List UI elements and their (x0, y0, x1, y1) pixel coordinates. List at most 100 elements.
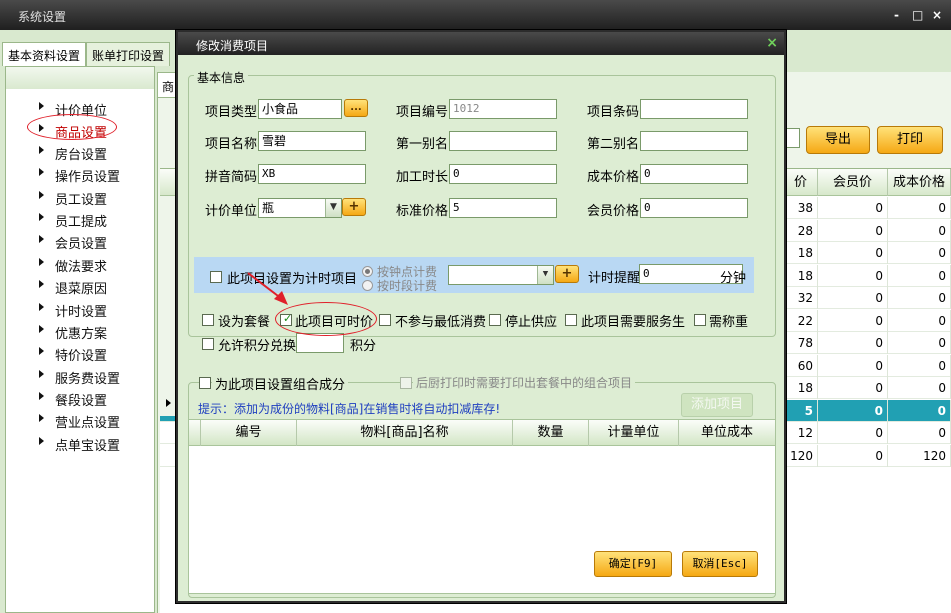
sidebar-item-label: 计时设置 (55, 305, 108, 320)
label-std-price: 标准价格 (396, 204, 449, 219)
unit-select[interactable]: 瓶 ▼ (258, 198, 342, 218)
sidebar-item-order-assistant[interactable]: 点单宝设置 (6, 432, 154, 454)
add-item-button[interactable]: 添加项目 (681, 393, 753, 417)
pinyin-field[interactable]: XB (258, 164, 366, 184)
sidebar-item-commission[interactable]: 员工提成 (6, 208, 154, 230)
col-cost-price[interactable]: 成本价格 (888, 169, 951, 196)
points-checkbox[interactable] (202, 338, 214, 350)
ok-button[interactable]: 确定[F9] (594, 551, 672, 577)
table-cell: 0 (888, 287, 951, 309)
col-quantity[interactable]: 数量 (513, 420, 589, 446)
combo-checkbox[interactable] (199, 377, 211, 389)
col-unit-cost[interactable]: 单位成本 (679, 420, 775, 446)
table-cell: 0 (818, 309, 888, 332)
sidebar-item-special-price[interactable]: 特价设置 (6, 342, 154, 364)
code-field[interactable]: 1012 (449, 99, 557, 119)
remind-label: 计时提醒 (588, 271, 641, 286)
weigh-checkbox[interactable] (694, 314, 706, 326)
col-member-price[interactable]: 会员价 (818, 169, 888, 196)
triangle-icon (39, 213, 44, 221)
sidebar-item-service-fee[interactable]: 服务费设置 (6, 365, 154, 387)
std-price-field[interactable]: 5 (449, 198, 557, 218)
triangle-icon (39, 370, 44, 378)
table-cell: 12 (784, 422, 818, 444)
set-meal-checkbox[interactable] (202, 314, 214, 326)
sidebar-item-label: 员工提成 (55, 215, 108, 230)
label-cost: 成本价格 (587, 170, 640, 185)
col-code[interactable]: 编号 (201, 420, 297, 446)
timed-item-checkbox[interactable] (210, 271, 222, 283)
radio-by-hour[interactable] (362, 266, 373, 277)
maximize-icon[interactable]: □ (912, 8, 923, 22)
annotation-arrow-icon (247, 272, 288, 305)
type-field[interactable]: 小食品 (258, 99, 342, 119)
close-icon[interactable]: × (766, 35, 778, 51)
need-waiter-checkbox[interactable] (565, 314, 577, 326)
proc-time-field[interactable]: 0 (449, 164, 557, 184)
col-price[interactable]: 价 (784, 169, 818, 196)
triangle-icon (39, 325, 44, 333)
current-row-icon (166, 399, 171, 407)
sidebar-item-label: 餐段设置 (55, 394, 108, 409)
chevron-down-icon[interactable]: ▼ (537, 266, 553, 284)
label-alias2: 第二别名 (587, 137, 640, 152)
triangle-icon (39, 168, 44, 176)
sidebar-item-operator[interactable]: 操作员设置 (6, 163, 154, 185)
add-timer-button[interactable]: + (555, 265, 579, 283)
sidebar-item-member[interactable]: 会员设置 (6, 230, 154, 252)
annotation-circle (27, 114, 117, 140)
sidebar-item-return-reason[interactable]: 退菜原因 (6, 275, 154, 297)
sidebar-item-label: 特价设置 (55, 349, 108, 364)
combo-table-header: 编号 物料[商品]名称 数量 计量单位 单位成本 (189, 420, 775, 446)
member-price-field[interactable]: 0 (640, 198, 748, 218)
dialog-title-bar: 修改消费项目 × (178, 32, 784, 55)
table-cell: 78 (784, 332, 818, 354)
table-cell: 0 (818, 332, 888, 354)
close-icon[interactable]: × (932, 8, 942, 22)
label-name: 项目名称 (205, 137, 258, 152)
sidebar-item-label: 服务费设置 (55, 372, 121, 387)
triangle-icon (39, 235, 44, 243)
no-min-spend-checkbox[interactable] (379, 314, 391, 326)
no-min-spend-label: 不参与最低消费 (395, 315, 487, 330)
points-field[interactable] (296, 333, 344, 353)
sidebar-item-method[interactable]: 做法要求 (6, 253, 154, 275)
name-field[interactable]: 雪碧 (258, 131, 366, 151)
export-button[interactable]: 导出 (806, 126, 870, 154)
label-pinyin: 拼音简码 (205, 170, 258, 185)
alias1-field[interactable] (449, 131, 557, 151)
kitchen-print-checkbox[interactable] (400, 377, 412, 389)
barcode-field[interactable] (640, 99, 748, 119)
table-cell: 38 (784, 197, 818, 219)
cancel-button[interactable]: 取消[Esc] (682, 551, 758, 577)
label-alias1: 第一别名 (396, 137, 449, 152)
sidebar-item-discount[interactable]: 优惠方案 (6, 320, 154, 342)
col-material-name[interactable]: 物料[商品]名称 (297, 420, 513, 446)
timer-select[interactable]: ▼ (448, 265, 554, 285)
tab-basic-settings[interactable]: 基本资料设置 (2, 42, 87, 66)
sidebar-item-label: 优惠方案 (55, 327, 108, 342)
cost-field[interactable]: 0 (640, 164, 748, 184)
table-cell: 0 (888, 264, 951, 287)
alias2-field[interactable] (640, 131, 748, 151)
radio-by-period[interactable] (362, 280, 373, 291)
tab-bill-print-settings[interactable]: 账单打印设置 (86, 42, 171, 66)
add-unit-button[interactable]: + (342, 198, 366, 216)
table-cell: 0 (818, 444, 888, 467)
browse-button[interactable]: ... (344, 99, 368, 117)
sidebar-item-room[interactable]: 房台设置 (6, 141, 154, 163)
stop-supply-checkbox[interactable] (489, 314, 501, 326)
sidebar-item-staff[interactable]: 员工设置 (6, 186, 154, 208)
sidebar-item-business-point[interactable]: 营业点设置 (6, 409, 154, 431)
combo-title: 为此项目设置组合成分 (212, 374, 349, 393)
sidebar-item-timing[interactable]: 计时设置 (6, 298, 154, 320)
sidebar-item-meal-period[interactable]: 餐段设置 (6, 387, 154, 409)
minimize-icon[interactable]: - (894, 8, 899, 22)
chevron-down-icon[interactable]: ▼ (325, 199, 341, 217)
print-button[interactable]: 打印 (877, 126, 943, 154)
search-input[interactable] (786, 128, 800, 148)
table-cell: 0 (888, 354, 951, 377)
table-cell: 0 (818, 287, 888, 309)
table-cell: 18 (784, 264, 818, 287)
col-unit[interactable]: 计量单位 (589, 420, 679, 446)
